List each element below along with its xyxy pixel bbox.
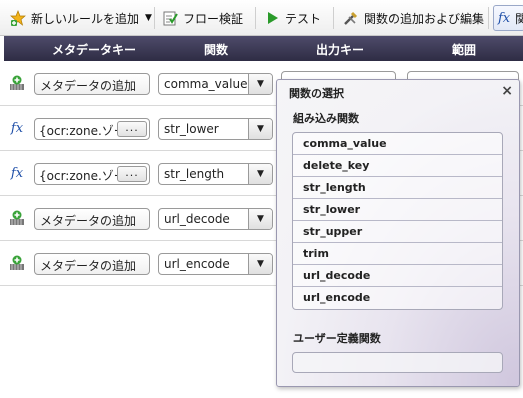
function-list-item[interactable]: str_lower <box>293 199 502 221</box>
play-icon <box>264 10 280 26</box>
toolbar-divider <box>488 7 489 29</box>
function-list-item[interactable]: str_upper <box>293 221 502 243</box>
builtin-functions-list: comma_value delete_key str_length str_lo… <box>292 132 503 310</box>
toolbar-divider <box>255 7 256 29</box>
function-select-value: url_decode <box>164 212 230 226</box>
function-fx-button[interactable]: fx 関 <box>493 5 523 31</box>
toolbar: 新しいルールを追加 ▼ フロー検証 テスト 関数の追加および編集 fx 関 <box>0 0 523 36</box>
browse-button[interactable]: ... <box>117 121 147 137</box>
function-list-item[interactable]: delete_key <box>293 155 502 177</box>
test-label: テスト <box>285 11 322 26</box>
builtin-functions-label: 組み込み関数 <box>293 112 359 125</box>
toolbar-divider <box>154 7 155 29</box>
metadata-key-value: {ocr:zone.ゾーン1} <box>39 169 119 183</box>
checklist-icon <box>162 10 178 26</box>
column-header-range: 範囲 <box>452 43 477 57</box>
add-edit-functions-label: 関数の追加および編集 <box>364 11 485 26</box>
column-header-function: 関数 <box>204 43 229 57</box>
function-list-item[interactable]: str_length <box>293 177 502 199</box>
add-metadata-icon[interactable] <box>9 75 25 91</box>
chevron-down-icon[interactable]: ▼ <box>248 74 272 94</box>
metadata-add-button[interactable]: メタデータの追加 <box>34 208 150 230</box>
function-select[interactable]: str_length ▼ <box>158 163 273 185</box>
function-select-value: comma_value <box>164 77 248 91</box>
user-functions-list[interactable] <box>292 352 503 373</box>
popup-title: 関数の選択 <box>289 87 344 100</box>
browse-button[interactable]: ... <box>117 166 147 182</box>
metadata-key-input[interactable]: {ocr:zone.ゾーン1} ... <box>34 163 150 185</box>
metadata-add-button[interactable]: メタデータの追加 <box>34 73 150 95</box>
chevron-down-icon[interactable]: ▼ <box>248 164 272 184</box>
function-list-item[interactable]: comma_value <box>293 133 502 155</box>
function-list-item[interactable]: url_decode <box>293 265 502 287</box>
function-fx-icon: fx <box>10 165 24 181</box>
test-button[interactable]: テスト <box>264 5 321 31</box>
metadata-add-button[interactable]: メタデータの追加 <box>34 253 150 275</box>
tools-icon <box>343 10 359 26</box>
function-fx-icon: fx <box>10 120 24 136</box>
function-select[interactable]: url_encode ▼ <box>158 253 273 275</box>
toolbar-divider <box>333 7 334 29</box>
close-icon[interactable]: × <box>501 83 513 99</box>
function-list-item[interactable]: trim <box>293 243 502 265</box>
chevron-down-icon[interactable]: ▼ <box>248 254 272 274</box>
chevron-down-icon[interactable]: ▼ <box>248 119 272 139</box>
function-select[interactable]: comma_value ▼ <box>158 73 273 95</box>
function-select-value: url_encode <box>164 257 230 271</box>
add-metadata-icon[interactable] <box>9 255 25 271</box>
function-select[interactable]: str_lower ▼ <box>158 118 273 140</box>
column-header-output-key: 出力キー <box>316 43 365 57</box>
user-functions-label: ユーザー定義関数 <box>293 332 381 345</box>
function-select-value: str_lower <box>164 122 219 136</box>
flow-validate-button[interactable]: フロー検証 <box>162 5 243 31</box>
column-header-metadata-key: メタデータキー <box>52 43 137 57</box>
chevron-down-icon[interactable]: ▼ <box>145 13 152 23</box>
add-metadata-icon[interactable] <box>9 210 25 226</box>
star-add-icon <box>10 10 26 26</box>
function-select-value: str_length <box>164 167 225 181</box>
function-select[interactable]: url_decode ▼ <box>158 208 273 230</box>
new-rule-label: 新しいルールを追加 <box>31 11 140 26</box>
function-fx-icon: fx <box>498 10 511 26</box>
column-header-bar: メタデータキー 関数 出力キー 範囲 <box>4 36 523 61</box>
metadata-key-value: {ocr:zone.ゾーン1} <box>39 124 119 138</box>
flow-validate-label: フロー検証 <box>183 11 244 26</box>
function-picker-popup: 関数の選択 × 組み込み関数 comma_value delete_key st… <box>276 79 520 387</box>
add-edit-functions-button[interactable]: 関数の追加および編集 <box>343 5 484 31</box>
chevron-down-icon[interactable]: ▼ <box>248 209 272 229</box>
new-rule-button[interactable]: 新しいルールを追加 ▼ <box>10 5 152 31</box>
metadata-key-input[interactable]: {ocr:zone.ゾーン1} ... <box>34 118 150 140</box>
function-list-item[interactable]: url_encode <box>293 287 502 309</box>
